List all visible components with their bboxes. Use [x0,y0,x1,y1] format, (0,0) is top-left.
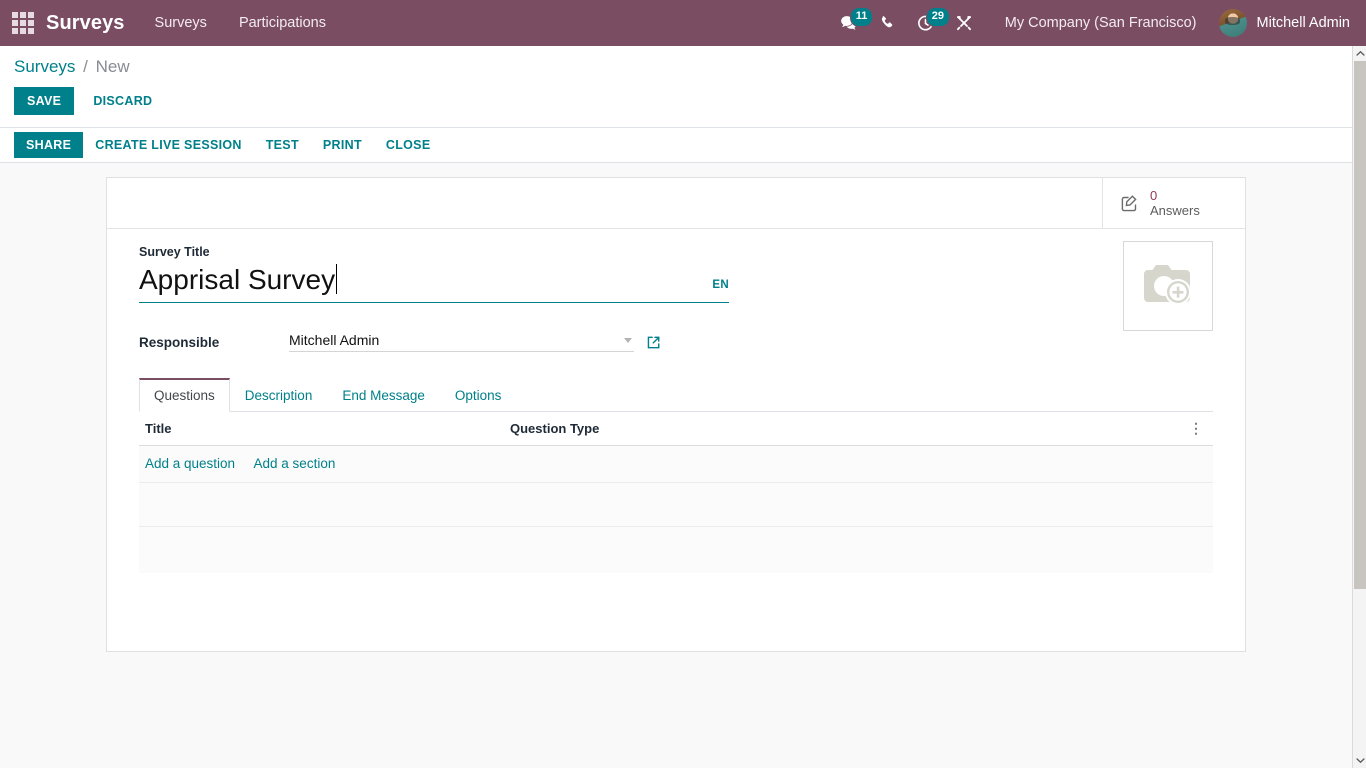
top-navbar: Surveys Surveys Participations 11 29 My … [0,0,1366,46]
questions-tab-pane: Title Question Type ⋮ Add a question Add… [139,412,1213,629]
questions-list-table: Title Question Type ⋮ Add a question Add… [139,412,1213,573]
survey-title-block: Survey Title Apprisal Survey EN [139,245,1213,303]
wrench-tools-icon[interactable] [945,0,983,46]
tab-end-message[interactable]: End Message [327,378,440,412]
add-row: Add a question Add a section [139,445,1213,483]
messaging-icon[interactable]: 11 [831,0,874,46]
add-a-section-link[interactable]: Add a section [254,456,336,471]
user-menu[interactable]: Mitchell Admin [1218,9,1354,37]
menu-item-surveys[interactable]: Surveys [155,15,207,31]
share-button[interactable]: SHARE [14,132,84,158]
scrollbar-thumb[interactable] [1354,61,1366,589]
systray: 11 29 My Company (San Francisco) Mitchel… [831,0,1354,46]
save-button[interactable]: SAVE [14,87,75,115]
control-panel: Surveys / New SAVE DISCARD [0,46,1366,127]
list-bottom-padding [139,572,1213,629]
language-badge-en[interactable]: EN [706,279,729,299]
questions-list-body: Add a question Add a section [139,445,1213,573]
column-header-title[interactable]: Title [139,412,504,446]
create-live-session-button[interactable]: CREATE LIVE SESSION [83,132,253,158]
survey-title-row: Apprisal Survey EN [139,261,729,303]
vertical-ellipsis-icon[interactable]: ⋮ [1189,421,1203,435]
record-edit-actions: SAVE DISCARD [14,87,1366,127]
survey-title-label: Survey Title [139,245,210,259]
breadcrumb-current-new: New [95,57,130,76]
stat-button-box: 0 Answers [107,178,1245,229]
test-button[interactable]: TEST [254,132,311,158]
breadcrumb-root-surveys[interactable]: Surveys [14,57,75,76]
scroll-up-arrow[interactable] [1353,46,1366,61]
pencil-square-icon [1119,192,1141,214]
avatar [1218,9,1247,37]
notebook-tabs: Questions Description End Message Option… [139,378,1213,412]
internal-link-icon[interactable] [646,335,661,350]
chevron-down-icon[interactable] [624,337,632,343]
app-brand-title[interactable]: Surveys [46,12,125,35]
responsible-field-row: Responsible Mitchell Admin [139,332,1213,352]
company-switcher[interactable]: My Company (San Francisco) [1005,15,1197,31]
empty-row [139,526,1213,573]
menu-item-participations[interactable]: Participations [239,15,326,31]
user-menu-label: Mitchell Admin [1256,15,1350,31]
close-button[interactable]: CLOSE [374,132,443,158]
breadcrumb-separator: / [83,57,88,76]
breadcrumb: Surveys / New [14,56,1366,78]
survey-title-input[interactable]: Apprisal Survey [139,261,706,299]
tab-questions[interactable]: Questions [139,378,230,412]
apps-grid-icon[interactable] [10,10,36,36]
form-scroll-area: 0 Answers Survey Title Apprisal Survey E… [0,163,1366,768]
answers-label: Answers [1150,203,1200,218]
statusbar-buttons: SHARE CREATE LIVE SESSION TEST PRINT CLO… [0,127,1366,163]
responsible-input[interactable]: Mitchell Admin [289,332,624,348]
answers-stat-button[interactable]: 0 Answers [1102,178,1245,228]
main-menu: Surveys Participations [155,15,326,31]
discard-button[interactable]: DISCARD [80,87,165,115]
notebook: Questions Description End Message Option… [139,378,1213,629]
form-sheet: 0 Answers Survey Title Apprisal Survey E… [106,177,1246,652]
questions-list-head: Title Question Type ⋮ [139,412,1213,446]
responsible-field[interactable]: Mitchell Admin [289,332,634,352]
tab-options[interactable]: Options [440,378,517,412]
answers-count: 0 [1150,187,1158,203]
print-button[interactable]: PRINT [311,132,374,158]
scroll-down-arrow[interactable] [1353,753,1366,768]
empty-row [139,482,1213,527]
text-caret [336,264,338,294]
vertical-scrollbar[interactable] [1352,46,1366,768]
tab-description[interactable]: Description [230,378,328,412]
activity-clock-icon[interactable]: 29 [907,0,950,46]
survey-title-value: Apprisal Survey [139,264,336,295]
add-a-question-link[interactable]: Add a question [145,456,235,471]
phone-icon[interactable] [869,0,907,46]
column-header-question-type[interactable]: Question Type [504,412,1183,446]
form-body: Survey Title Apprisal Survey EN Responsi… [107,229,1245,651]
table-header-row: Title Question Type ⋮ [139,412,1213,446]
responsible-label: Responsible [139,334,220,350]
